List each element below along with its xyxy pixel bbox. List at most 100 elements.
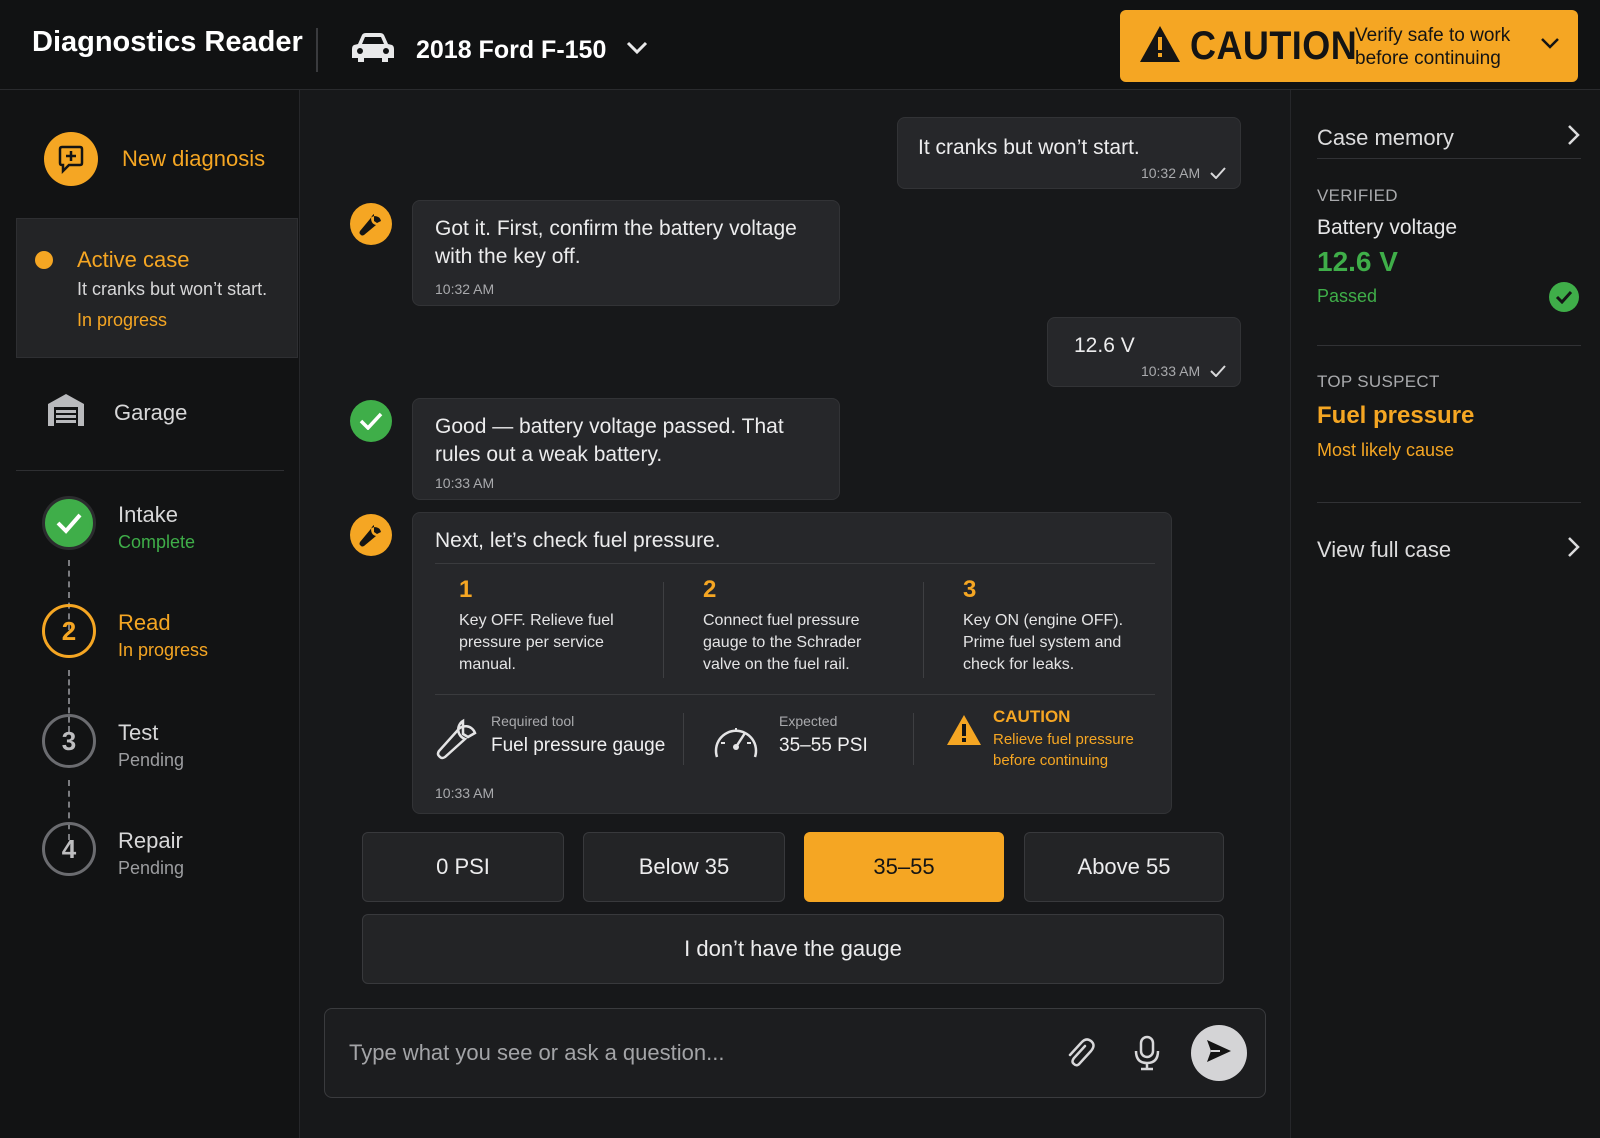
- procedure-step: 3 Key ON (engine OFF). Prime fuel system…: [963, 576, 1173, 676]
- microphone-icon[interactable]: [1133, 1035, 1161, 1076]
- step-test[interactable]: 3 Test Pending: [42, 714, 282, 778]
- no-gauge-button[interactable]: I don’t have the gauge: [362, 914, 1224, 984]
- message-text: Got it. First, confirm the battery volta…: [435, 217, 797, 268]
- view-full-case-label: View full case: [1317, 537, 1452, 562]
- check-circle-icon: [350, 400, 392, 442]
- wrench-outline-icon: [435, 717, 479, 766]
- step-status: Pending: [118, 858, 185, 878]
- procedure-step-number: 1: [459, 576, 473, 603]
- check-circle-icon: [1549, 282, 1579, 312]
- chevron-right-icon: [1567, 536, 1581, 564]
- info-row: Required tool Fuel pressure gauge Expect…: [435, 707, 1155, 773]
- card-caution-text: Relieve fuel pressure before continuing: [993, 731, 1134, 769]
- fuel-pressure-card: Next, let’s check fuel pressure. 1 Key O…: [412, 512, 1172, 814]
- message-time: 10:32 AM: [1140, 165, 1201, 181]
- column-divider: [683, 713, 684, 765]
- message-text: It cranks but won’t start.: [918, 136, 1140, 159]
- assistant-message: Good — battery voltage passed. That rule…: [412, 398, 840, 500]
- step-status: Pending: [118, 750, 185, 770]
- panel-divider: [1317, 345, 1581, 346]
- step-read[interactable]: 2 Read In progress: [42, 604, 282, 668]
- send-icon: [1205, 1038, 1233, 1069]
- paperclip-icon[interactable]: [1063, 1037, 1097, 1076]
- option-0-psi[interactable]: 0 PSI: [362, 832, 564, 902]
- new-chat-icon: [44, 132, 98, 186]
- verified-item: Battery voltage: [1317, 216, 1458, 239]
- sidebar-divider: [16, 470, 284, 471]
- step-number: 4: [42, 822, 96, 876]
- verified-label: VERIFIED: [1317, 186, 1398, 205]
- case-memory-title: Case memory: [1317, 125, 1454, 150]
- option-above-55[interactable]: Above 55: [1024, 832, 1224, 902]
- verified-status: Passed: [1317, 286, 1378, 306]
- expected-label: Expected: [779, 713, 838, 729]
- caution-message: Verify safe to work before continuing: [1355, 25, 1511, 69]
- top-suspect-note: Most likely cause: [1317, 440, 1455, 460]
- wrench-icon: [350, 203, 392, 245]
- active-case-status: In progress: [77, 310, 168, 330]
- card-caution: CAUTION Relieve fuel pressure before con…: [945, 707, 1155, 773]
- top-suspect-name: Fuel pressure: [1317, 402, 1475, 429]
- step-status: Complete: [118, 532, 196, 552]
- caution-banner[interactable]: CAUTION Verify safe to work before conti…: [1120, 10, 1578, 82]
- case-memory-panel: Case memory VERIFIED Battery voltage 12.…: [1290, 90, 1600, 1138]
- message-input[interactable]: [349, 1033, 1029, 1073]
- option-below-35[interactable]: Below 35: [583, 832, 785, 902]
- procedure-step: 1 Key OFF. Relieve fuel pressure per ser…: [459, 576, 669, 676]
- procedure-step-number: 3: [963, 576, 977, 603]
- procedure-step: 2 Connect fuel pressure gauge to the Sch…: [703, 576, 913, 676]
- step-intake[interactable]: Intake Complete: [42, 496, 282, 560]
- new-diagnosis-label: New diagnosis: [122, 146, 266, 171]
- required-tool-value: Fuel pressure gauge: [491, 735, 666, 756]
- top-divider: [316, 28, 318, 72]
- step-number: 2: [42, 604, 96, 658]
- case-memory-header[interactable]: Case memory: [1317, 116, 1581, 160]
- panel-divider: [1317, 502, 1581, 503]
- user-message: It cranks but won’t start. 10:32 AM: [897, 117, 1241, 189]
- required-tool-label: Required tool: [491, 713, 575, 729]
- new-diagnosis-button[interactable]: New diagnosis: [44, 132, 265, 186]
- check-icon: [1210, 364, 1226, 380]
- app-title: Diagnostics Reader: [32, 26, 303, 58]
- view-full-case-link[interactable]: View full case: [1317, 528, 1581, 572]
- column-divider: [663, 582, 664, 678]
- message-text: Next, let’s check fuel pressure.: [435, 529, 721, 552]
- verified-value: 12.6 V: [1317, 246, 1398, 277]
- top-suspect-label: TOP SUSPECT: [1317, 372, 1440, 391]
- message-text: Good — battery voltage passed. That rule…: [435, 415, 784, 466]
- required-tool: Required tool Fuel pressure gauge: [435, 707, 675, 773]
- chevron-down-icon: [1540, 36, 1560, 54]
- check-icon: [1210, 166, 1226, 182]
- chat-area: It cranks but won’t start. 10:32 AM Got …: [300, 90, 1290, 1138]
- column-divider: [913, 713, 914, 765]
- warning-icon: [1138, 24, 1182, 69]
- wrench-icon: [350, 514, 392, 556]
- message-time: 10:33 AM: [435, 475, 495, 491]
- step-status: In progress: [118, 640, 209, 660]
- step-title: Read: [118, 610, 171, 635]
- procedure-steps: 1 Key OFF. Relieve fuel pressure per ser…: [435, 563, 1155, 695]
- active-case-description: It cranks but won’t start.: [77, 279, 268, 299]
- message-composer: [324, 1008, 1266, 1098]
- step-repair[interactable]: 4 Repair Pending: [42, 822, 282, 886]
- active-case-card[interactable]: Active case It cranks but won’t start. I…: [16, 218, 298, 358]
- procedure-step-text: Connect fuel pressure gauge to the Schra…: [703, 612, 862, 673]
- expected-range: Expected 35–55 PSI: [711, 707, 901, 773]
- message-time: 10:33 AM: [435, 785, 495, 801]
- option-35-55[interactable]: 35–55: [804, 832, 1004, 902]
- warning-icon: [945, 713, 983, 752]
- sidebar-item-garage[interactable]: Garage: [46, 392, 187, 433]
- garage-label: Garage: [114, 399, 188, 425]
- column-divider: [923, 582, 924, 678]
- step-title: Test: [118, 720, 159, 745]
- panel-divider: [1317, 158, 1581, 159]
- chevron-down-icon: [626, 41, 648, 60]
- caution-title: CAUTION: [1190, 24, 1358, 68]
- procedure-step-text: Key OFF. Relieve fuel pressure per servi…: [459, 612, 614, 673]
- message-time: 10:33 AM: [1140, 363, 1201, 379]
- send-button[interactable]: [1191, 1025, 1247, 1081]
- garage-icon: [46, 392, 86, 433]
- vehicle-selector[interactable]: 2018 Ford F-150: [350, 30, 648, 70]
- user-message: 12.6 V 10:33 AM: [1047, 317, 1241, 387]
- car-icon: [350, 30, 396, 71]
